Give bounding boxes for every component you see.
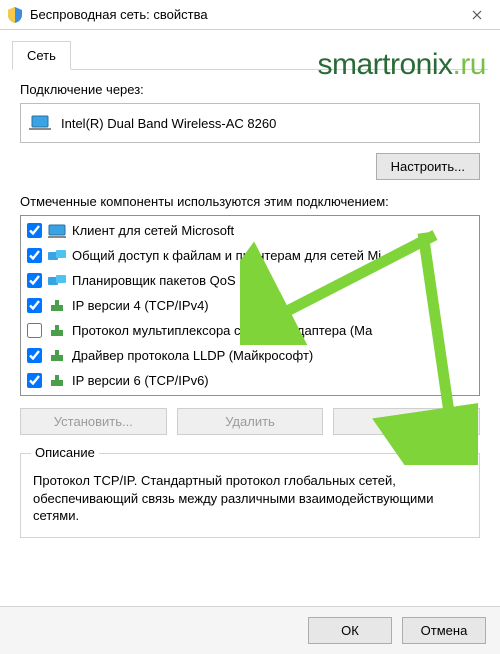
proto-icon	[48, 299, 66, 313]
component-checkbox[interactable]	[27, 273, 42, 288]
shield-icon	[8, 7, 22, 23]
component-item[interactable]: Протокол мультиплексора сетевого адаптер…	[21, 318, 479, 343]
component-checkbox[interactable]	[27, 223, 42, 238]
proto-icon	[48, 349, 66, 363]
component-item[interactable]: Клиент для сетей Microsoft	[21, 218, 479, 243]
service-icon	[48, 274, 66, 288]
component-item[interactable]: IP версии 4 (TCP/IPv4)	[21, 293, 479, 318]
close-button[interactable]	[454, 0, 500, 30]
cancel-button[interactable]: Отмена	[402, 617, 486, 644]
proto-icon	[48, 324, 66, 338]
component-label: Общий доступ к файлам и принтерам для се…	[72, 248, 381, 263]
description-text: Протокол TCP/IP. Стандартный протокол гл…	[33, 472, 467, 525]
components-list[interactable]: Клиент для сетей Microsoft Общий доступ к…	[20, 215, 480, 396]
component-label: Планировщик пакетов QoS	[72, 273, 236, 288]
component-item[interactable]: IP версии 6 (TCP/IPv6)	[21, 368, 479, 393]
service-icon	[48, 249, 66, 263]
component-label: Клиент для сетей Microsoft	[72, 223, 234, 238]
install-button[interactable]: Установить...	[20, 408, 167, 435]
titlebar: Беспроводная сеть: свойства	[0, 0, 500, 30]
component-label: IP версии 6 (TCP/IPv6)	[72, 373, 209, 388]
watermark-text: smartronix.ru	[317, 48, 486, 82]
client-icon	[48, 224, 66, 238]
component-label: Драйвер протокола LLDP (Майкрософт)	[72, 348, 313, 363]
properties-button[interactable]: Свойства	[333, 408, 480, 435]
component-item[interactable]: Общий доступ к файлам и принтерам для се…	[21, 243, 479, 268]
network-adapter-icon	[29, 114, 51, 132]
component-checkbox[interactable]	[27, 323, 42, 338]
component-checkbox[interactable]	[27, 373, 42, 388]
component-label: IP версии 4 (TCP/IPv4)	[72, 298, 209, 313]
description-title: Описание	[31, 445, 99, 460]
adapter-box: Intel(R) Dual Band Wireless-AC 8260	[20, 103, 480, 143]
component-label: Протокол мультиплексора сетевого адаптер…	[72, 323, 372, 338]
tab-network[interactable]: Сеть	[12, 41, 71, 70]
component-item[interactable]: Драйвер протокола LLDP (Майкрософт)	[21, 343, 479, 368]
description-group: Описание Протокол TCP/IP. Стандартный пр…	[20, 453, 480, 538]
proto-icon	[48, 374, 66, 388]
ok-button[interactable]: ОК	[308, 617, 392, 644]
dialog-footer: ОК Отмена	[0, 606, 500, 654]
connect-via-label: Подключение через:	[20, 82, 480, 97]
components-label: Отмеченные компоненты используются этим …	[20, 194, 480, 209]
configure-button[interactable]: Настроить...	[376, 153, 480, 180]
adapter-name: Intel(R) Dual Band Wireless-AC 8260	[61, 116, 276, 131]
window-title: Беспроводная сеть: свойства	[30, 7, 454, 22]
component-checkbox[interactable]	[27, 248, 42, 263]
component-item[interactable]: Планировщик пакетов QoS	[21, 268, 479, 293]
component-checkbox[interactable]	[27, 348, 42, 363]
remove-button[interactable]: Удалить	[177, 408, 324, 435]
component-checkbox[interactable]	[27, 298, 42, 313]
